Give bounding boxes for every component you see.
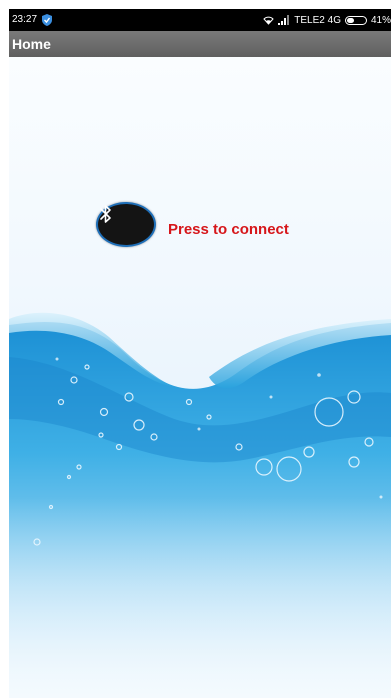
carrier-label: TELE2 4G [294, 14, 341, 26]
shield-icon [40, 13, 54, 27]
battery-percent: 41% [370, 14, 391, 26]
water-background: Press to connect [9, 57, 391, 698]
phone-screen: 23:27 TELE2 4G 41% Home Press to connect [9, 9, 391, 698]
battery-icon [344, 15, 367, 25]
status-bar: 23:27 TELE2 4G 41% [9, 9, 391, 31]
action-bar: Home [9, 31, 391, 57]
status-indicators: TELE2 4G 41% [263, 13, 391, 27]
status-time: 23:27 [12, 14, 38, 25]
battery-fill [346, 17, 354, 23]
connect-label[interactable]: Press to connect [168, 222, 289, 238]
signal-icon [278, 15, 290, 25]
page-title: Home [12, 36, 51, 52]
wifi-icon [263, 15, 274, 25]
water-wave-illustration [9, 312, 391, 698]
bluetooth-connect-button[interactable] [96, 202, 156, 247]
